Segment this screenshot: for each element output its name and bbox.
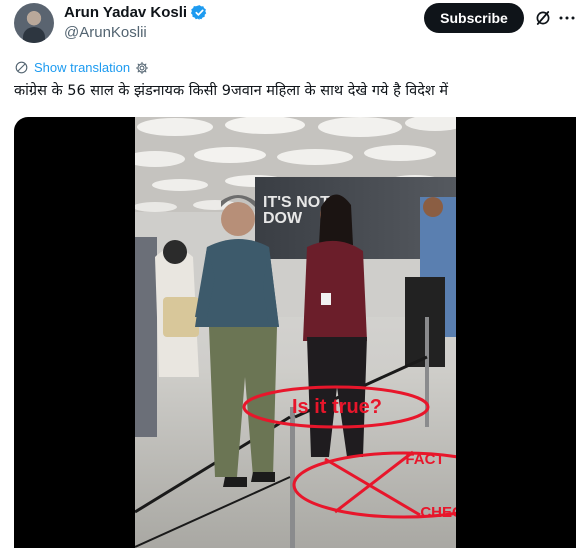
more-options-icon[interactable] — [558, 9, 576, 27]
translate-icon — [15, 61, 28, 74]
fact-check-overlay: Is it true? FACT CHECK — [292, 396, 456, 521]
author-handle[interactable]: @ArunKoslii — [64, 24, 147, 41]
settings-gear-icon[interactable] — [135, 61, 149, 75]
show-translation-row[interactable]: Show translation — [14, 60, 149, 75]
post-media[interactable]: IT'S NOT DOW Is it true? FACT CHE — [14, 117, 576, 548]
overlay-question: Is it true? — [292, 396, 382, 418]
grok-icon[interactable] — [534, 9, 552, 27]
show-translation-link[interactable]: Show translation — [34, 60, 130, 75]
post-text: कांग्रेस के 56 साल के झंडनायक किसी 9जवान… — [14, 83, 449, 99]
subscribe-button[interactable]: Subscribe — [424, 3, 524, 33]
video-frame[interactable]: IT'S NOT DOW Is it true? FACT CHE — [135, 117, 456, 548]
avatar[interactable] — [14, 3, 54, 43]
verified-badge-icon — [191, 5, 207, 20]
author-name-row: Arun Yadav Kosli — [64, 4, 208, 21]
overlay-check: CHECK — [420, 504, 456, 521]
overlay-fact: FACT — [405, 451, 444, 468]
author-display-name[interactable]: Arun Yadav Kosli — [64, 4, 187, 21]
